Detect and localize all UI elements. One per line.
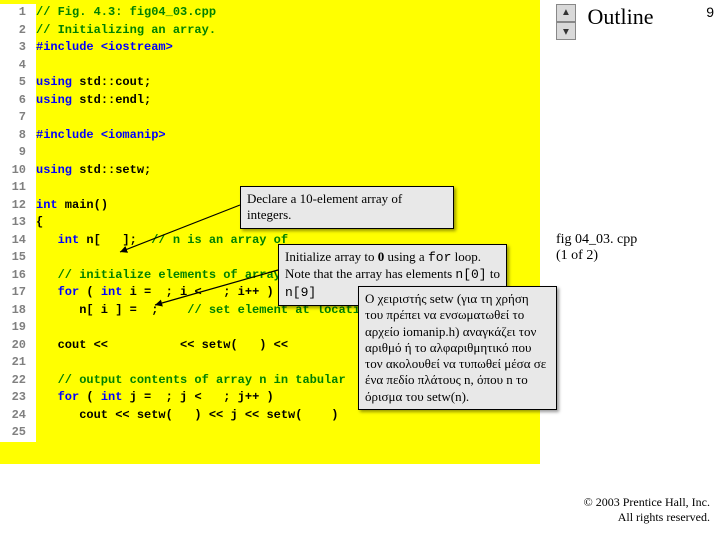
callout-code: for xyxy=(428,250,451,265)
code-text: { xyxy=(36,215,43,229)
code-text: std::cout; xyxy=(79,75,151,89)
callout-text: using a xyxy=(384,249,428,264)
callout-code: n[0] xyxy=(455,267,486,282)
line-number: 11 xyxy=(0,179,36,197)
code-comment: // output contents of array n in tabular xyxy=(36,373,346,387)
line-number: 20 xyxy=(0,337,36,355)
callout-code: n[9] xyxy=(285,285,316,300)
slide: 9 ▲ ▲ Outline 1// Fig. 4.3: fig04_03.cpp… xyxy=(0,0,720,540)
code-text: ]; xyxy=(101,233,151,247)
line-number: 25 xyxy=(0,424,36,442)
copyright: © 2003 Prentice Hall, Inc. All rights re… xyxy=(584,495,710,526)
code-keyword: #include xyxy=(36,128,101,142)
line-number: 1 xyxy=(0,4,36,22)
line-number: 7 xyxy=(0,109,36,127)
line-number: 19 xyxy=(0,319,36,337)
line-number: 17 xyxy=(0,284,36,302)
line-number: 23 xyxy=(0,389,36,407)
outline-title: Outline xyxy=(543,4,698,30)
code-keyword: int xyxy=(101,390,123,404)
line-number: 12 xyxy=(0,197,36,215)
code-text: i = xyxy=(122,285,158,299)
code-text: ; j++ ) xyxy=(209,390,274,404)
code-text: std::setw; xyxy=(79,163,151,177)
line-number: 18 xyxy=(0,302,36,320)
callout-text: to xyxy=(487,266,500,281)
code-include: <iomanip> xyxy=(101,128,166,142)
code-text: main() xyxy=(58,198,108,212)
figure-name: fig 04_03. cpp xyxy=(556,232,637,248)
code-text: ) xyxy=(310,408,339,422)
code-keyword: using xyxy=(36,75,79,89)
code-include: <iostream> xyxy=(101,40,173,54)
line-number: 4 xyxy=(0,57,36,75)
line-number: 13 xyxy=(0,214,36,232)
outline-box: Outline xyxy=(543,4,698,30)
code-text: ( xyxy=(79,285,101,299)
code-keyword: int xyxy=(36,233,79,247)
code-text: ; i < xyxy=(158,285,208,299)
line-number: 2 xyxy=(0,22,36,40)
code-keyword: for xyxy=(36,390,79,404)
page-number: 9 xyxy=(706,4,714,20)
line-number: 3 xyxy=(0,39,36,57)
code-text: ( xyxy=(79,390,101,404)
line-number: 22 xyxy=(0,372,36,390)
code-text: ) << xyxy=(245,338,295,352)
code-keyword: for xyxy=(36,285,79,299)
code-text: ; j < xyxy=(158,390,208,404)
callout-text: Ο χειριστής setw (για τη χρήση του πρέπε… xyxy=(365,291,546,404)
code-keyword: int xyxy=(101,285,123,299)
line-number: 5 xyxy=(0,74,36,92)
line-number: 6 xyxy=(0,92,36,110)
code-comment: // Initializing an array. xyxy=(36,23,216,37)
code-keyword: int xyxy=(36,198,58,212)
code-comment: // Fig. 4.3: fig04_03.cpp xyxy=(36,5,216,19)
callout-text: Initialize array to xyxy=(285,249,378,264)
figure-part: (1 of 2) xyxy=(556,248,637,264)
copyright-line: © 2003 Prentice Hall, Inc. xyxy=(584,495,710,511)
line-number: 21 xyxy=(0,354,36,372)
code-text: cout << setw( xyxy=(36,408,180,422)
line-number: 9 xyxy=(0,144,36,162)
line-number: 14 xyxy=(0,232,36,250)
code-text: n[ xyxy=(79,233,101,247)
code-text: ; xyxy=(144,303,187,317)
figure-caption: fig 04_03. cpp (1 of 2) xyxy=(556,232,637,264)
code-text: j = xyxy=(122,390,158,404)
code-keyword: #include xyxy=(36,40,101,54)
line-number: 15 xyxy=(0,249,36,267)
code-comment: // n is an array of xyxy=(151,233,288,247)
code-text: cout << xyxy=(36,338,115,352)
line-number: 10 xyxy=(0,162,36,180)
callout-declare-array: Declare a 10-element array of integers. xyxy=(240,186,454,229)
code-comment: // initialize elements of array xyxy=(36,268,288,282)
code-text: n[ i ] = xyxy=(36,303,144,317)
code-text: ) << j << setw( xyxy=(180,408,310,422)
line-number: 8 xyxy=(0,127,36,145)
copyright-line: All rights reserved. xyxy=(584,510,710,526)
code-text: std::endl; xyxy=(79,93,151,107)
line-number: 24 xyxy=(0,407,36,425)
code-keyword: using xyxy=(36,163,79,177)
line-number: 16 xyxy=(0,267,36,285)
callout-text: Declare a 10-element array of integers. xyxy=(247,191,402,222)
code-text: ; i++ ) xyxy=(209,285,274,299)
code-text: << setw( xyxy=(115,338,245,352)
code-keyword: using xyxy=(36,93,79,107)
callout-setw-explain: Ο χειριστής setw (για τη χρήση του πρέπε… xyxy=(358,286,557,410)
